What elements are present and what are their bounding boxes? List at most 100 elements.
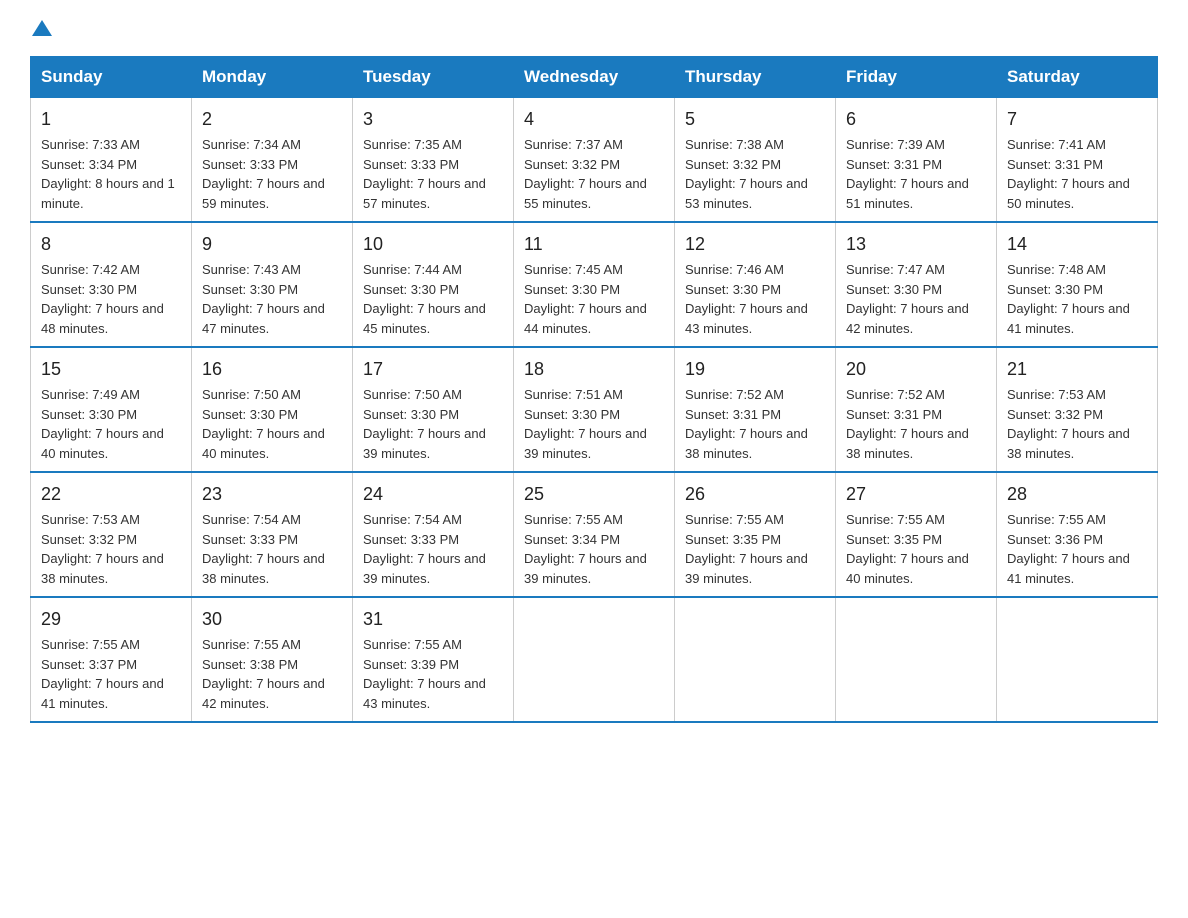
day-info: Sunrise: 7:38 AMSunset: 3:32 PMDaylight:…: [685, 137, 808, 211]
day-number: 2: [202, 106, 342, 133]
calendar-week-row: 8 Sunrise: 7:42 AMSunset: 3:30 PMDayligh…: [31, 222, 1158, 347]
day-number: 26: [685, 481, 825, 508]
day-number: 31: [363, 606, 503, 633]
day-number: 13: [846, 231, 986, 258]
day-header-monday: Monday: [192, 57, 353, 98]
calendar-cell: 1 Sunrise: 7:33 AMSunset: 3:34 PMDayligh…: [31, 98, 192, 223]
calendar-cell: 10 Sunrise: 7:44 AMSunset: 3:30 PMDaylig…: [353, 222, 514, 347]
calendar-cell: 17 Sunrise: 7:50 AMSunset: 3:30 PMDaylig…: [353, 347, 514, 472]
calendar-cell: 16 Sunrise: 7:50 AMSunset: 3:30 PMDaylig…: [192, 347, 353, 472]
day-info: Sunrise: 7:44 AMSunset: 3:30 PMDaylight:…: [363, 262, 486, 336]
day-number: 1: [41, 106, 181, 133]
day-header-friday: Friday: [836, 57, 997, 98]
day-info: Sunrise: 7:48 AMSunset: 3:30 PMDaylight:…: [1007, 262, 1130, 336]
day-header-sunday: Sunday: [31, 57, 192, 98]
day-info: Sunrise: 7:55 AMSunset: 3:35 PMDaylight:…: [685, 512, 808, 586]
day-header-wednesday: Wednesday: [514, 57, 675, 98]
day-number: 16: [202, 356, 342, 383]
calendar-week-row: 15 Sunrise: 7:49 AMSunset: 3:30 PMDaylig…: [31, 347, 1158, 472]
calendar-cell: 21 Sunrise: 7:53 AMSunset: 3:32 PMDaylig…: [997, 347, 1158, 472]
day-number: 29: [41, 606, 181, 633]
day-info: Sunrise: 7:50 AMSunset: 3:30 PMDaylight:…: [363, 387, 486, 461]
day-info: Sunrise: 7:55 AMSunset: 3:39 PMDaylight:…: [363, 637, 486, 711]
day-number: 23: [202, 481, 342, 508]
calendar-cell: 26 Sunrise: 7:55 AMSunset: 3:35 PMDaylig…: [675, 472, 836, 597]
calendar-week-row: 22 Sunrise: 7:53 AMSunset: 3:32 PMDaylig…: [31, 472, 1158, 597]
day-header-saturday: Saturday: [997, 57, 1158, 98]
day-info: Sunrise: 7:43 AMSunset: 3:30 PMDaylight:…: [202, 262, 325, 336]
day-info: Sunrise: 7:41 AMSunset: 3:31 PMDaylight:…: [1007, 137, 1130, 211]
day-info: Sunrise: 7:34 AMSunset: 3:33 PMDaylight:…: [202, 137, 325, 211]
calendar-cell: 13 Sunrise: 7:47 AMSunset: 3:30 PMDaylig…: [836, 222, 997, 347]
day-number: 21: [1007, 356, 1147, 383]
day-info: Sunrise: 7:53 AMSunset: 3:32 PMDaylight:…: [41, 512, 164, 586]
day-info: Sunrise: 7:52 AMSunset: 3:31 PMDaylight:…: [846, 387, 969, 461]
day-info: Sunrise: 7:39 AMSunset: 3:31 PMDaylight:…: [846, 137, 969, 211]
calendar-cell: [675, 597, 836, 722]
day-number: 17: [363, 356, 503, 383]
day-number: 30: [202, 606, 342, 633]
calendar-week-row: 29 Sunrise: 7:55 AMSunset: 3:37 PMDaylig…: [31, 597, 1158, 722]
day-header-thursday: Thursday: [675, 57, 836, 98]
calendar-cell: 24 Sunrise: 7:54 AMSunset: 3:33 PMDaylig…: [353, 472, 514, 597]
day-number: 7: [1007, 106, 1147, 133]
day-number: 25: [524, 481, 664, 508]
day-info: Sunrise: 7:37 AMSunset: 3:32 PMDaylight:…: [524, 137, 647, 211]
day-number: 11: [524, 231, 664, 258]
calendar-week-row: 1 Sunrise: 7:33 AMSunset: 3:34 PMDayligh…: [31, 98, 1158, 223]
calendar-cell: 27 Sunrise: 7:55 AMSunset: 3:35 PMDaylig…: [836, 472, 997, 597]
day-header-tuesday: Tuesday: [353, 57, 514, 98]
calendar-cell: 20 Sunrise: 7:52 AMSunset: 3:31 PMDaylig…: [836, 347, 997, 472]
day-number: 14: [1007, 231, 1147, 258]
day-info: Sunrise: 7:55 AMSunset: 3:34 PMDaylight:…: [524, 512, 647, 586]
day-number: 5: [685, 106, 825, 133]
calendar-cell: 25 Sunrise: 7:55 AMSunset: 3:34 PMDaylig…: [514, 472, 675, 597]
day-info: Sunrise: 7:50 AMSunset: 3:30 PMDaylight:…: [202, 387, 325, 461]
day-info: Sunrise: 7:55 AMSunset: 3:38 PMDaylight:…: [202, 637, 325, 711]
calendar-cell: 8 Sunrise: 7:42 AMSunset: 3:30 PMDayligh…: [31, 222, 192, 347]
day-info: Sunrise: 7:51 AMSunset: 3:30 PMDaylight:…: [524, 387, 647, 461]
day-number: 28: [1007, 481, 1147, 508]
day-number: 22: [41, 481, 181, 508]
page-header: [30, 20, 1158, 36]
day-info: Sunrise: 7:55 AMSunset: 3:36 PMDaylight:…: [1007, 512, 1130, 586]
day-number: 24: [363, 481, 503, 508]
calendar-cell: 12 Sunrise: 7:46 AMSunset: 3:30 PMDaylig…: [675, 222, 836, 347]
calendar-cell: 4 Sunrise: 7:37 AMSunset: 3:32 PMDayligh…: [514, 98, 675, 223]
day-info: Sunrise: 7:46 AMSunset: 3:30 PMDaylight:…: [685, 262, 808, 336]
day-info: Sunrise: 7:53 AMSunset: 3:32 PMDaylight:…: [1007, 387, 1130, 461]
day-info: Sunrise: 7:35 AMSunset: 3:33 PMDaylight:…: [363, 137, 486, 211]
calendar-cell: 22 Sunrise: 7:53 AMSunset: 3:32 PMDaylig…: [31, 472, 192, 597]
logo: [30, 20, 52, 36]
calendar-cell: 2 Sunrise: 7:34 AMSunset: 3:33 PMDayligh…: [192, 98, 353, 223]
calendar-cell: 9 Sunrise: 7:43 AMSunset: 3:30 PMDayligh…: [192, 222, 353, 347]
calendar-cell: 23 Sunrise: 7:54 AMSunset: 3:33 PMDaylig…: [192, 472, 353, 597]
day-info: Sunrise: 7:49 AMSunset: 3:30 PMDaylight:…: [41, 387, 164, 461]
day-number: 12: [685, 231, 825, 258]
day-number: 10: [363, 231, 503, 258]
day-number: 3: [363, 106, 503, 133]
day-number: 15: [41, 356, 181, 383]
calendar-cell: 14 Sunrise: 7:48 AMSunset: 3:30 PMDaylig…: [997, 222, 1158, 347]
calendar-cell: 7 Sunrise: 7:41 AMSunset: 3:31 PMDayligh…: [997, 98, 1158, 223]
day-number: 4: [524, 106, 664, 133]
calendar-cell: 6 Sunrise: 7:39 AMSunset: 3:31 PMDayligh…: [836, 98, 997, 223]
day-info: Sunrise: 7:42 AMSunset: 3:30 PMDaylight:…: [41, 262, 164, 336]
day-number: 19: [685, 356, 825, 383]
day-info: Sunrise: 7:33 AMSunset: 3:34 PMDaylight:…: [41, 137, 175, 211]
day-number: 20: [846, 356, 986, 383]
calendar-cell: 5 Sunrise: 7:38 AMSunset: 3:32 PMDayligh…: [675, 98, 836, 223]
calendar-cell: 3 Sunrise: 7:35 AMSunset: 3:33 PMDayligh…: [353, 98, 514, 223]
day-number: 6: [846, 106, 986, 133]
calendar-table: SundayMondayTuesdayWednesdayThursdayFrid…: [30, 56, 1158, 723]
calendar-cell: 18 Sunrise: 7:51 AMSunset: 3:30 PMDaylig…: [514, 347, 675, 472]
calendar-cell: 31 Sunrise: 7:55 AMSunset: 3:39 PMDaylig…: [353, 597, 514, 722]
calendar-cell: 28 Sunrise: 7:55 AMSunset: 3:36 PMDaylig…: [997, 472, 1158, 597]
day-number: 9: [202, 231, 342, 258]
day-info: Sunrise: 7:47 AMSunset: 3:30 PMDaylight:…: [846, 262, 969, 336]
logo-icon: [30, 20, 52, 36]
calendar-cell: 19 Sunrise: 7:52 AMSunset: 3:31 PMDaylig…: [675, 347, 836, 472]
day-info: Sunrise: 7:52 AMSunset: 3:31 PMDaylight:…: [685, 387, 808, 461]
calendar-cell: 30 Sunrise: 7:55 AMSunset: 3:38 PMDaylig…: [192, 597, 353, 722]
day-number: 8: [41, 231, 181, 258]
